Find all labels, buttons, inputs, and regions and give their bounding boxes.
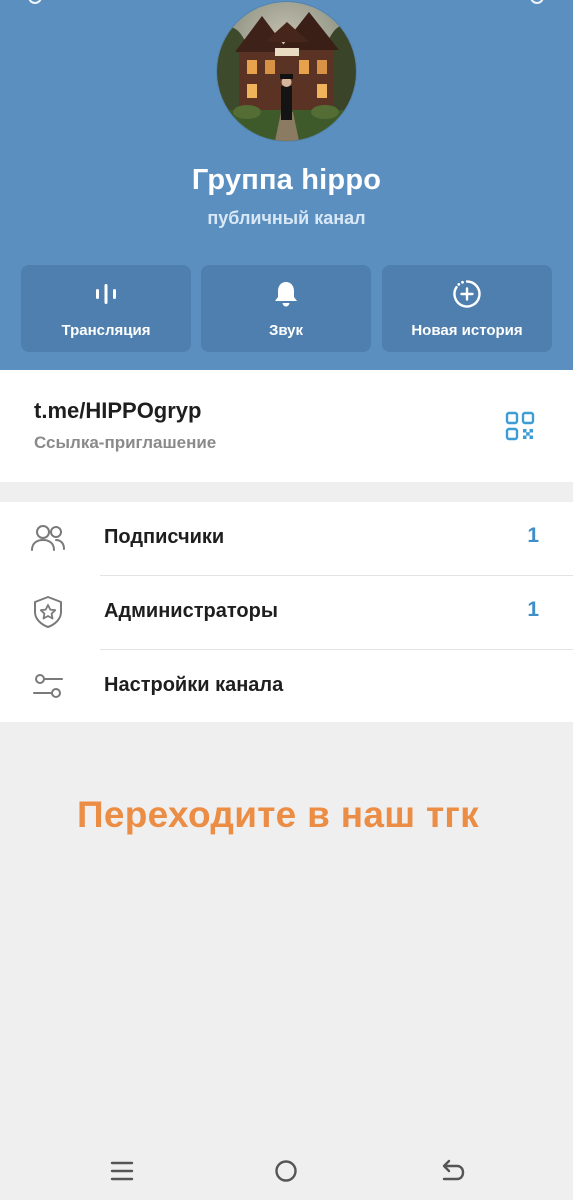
- invite-link-card[interactable]: t.me/HIPPOgryp Ссылка-приглашение: [0, 370, 573, 482]
- bell-icon: [201, 279, 371, 309]
- channel-type-label: публичный канал: [207, 208, 366, 228]
- back-icon[interactable]: [437, 1156, 467, 1186]
- settings-sliders-icon: [33, 674, 63, 698]
- recent-apps-icon[interactable]: [107, 1156, 137, 1186]
- new-story-label: Новая история: [411, 322, 523, 339]
- sound-button[interactable]: Звук: [201, 265, 371, 352]
- subscribers-count: 1: [527, 524, 539, 547]
- add-story-icon: [382, 279, 552, 309]
- menu-item-channel-settings[interactable]: Настройки канала: [0, 650, 573, 723]
- invite-link-label: Ссылка-приглашение: [34, 433, 217, 452]
- qr-code-icon[interactable]: [505, 411, 535, 441]
- menu-item-admins[interactable]: Администраторы 1: [0, 576, 573, 649]
- back-icon[interactable]: [28, 0, 42, 4]
- live-stream-button[interactable]: Трансляция: [21, 265, 191, 352]
- admin-shield-icon: [34, 596, 62, 628]
- channel-avatar[interactable]: [217, 2, 356, 141]
- menu-item-subscribers[interactable]: Подписчики 1: [0, 502, 573, 575]
- menu-item-channel-settings-label: Настройки канала: [104, 674, 284, 696]
- channel-header: Группа hippo публичный канал Трансляция …: [0, 0, 573, 370]
- invite-link-url[interactable]: t.me/HIPPOgryp: [34, 398, 201, 424]
- live-stream-icon: [21, 279, 191, 309]
- subscribers-icon: [31, 525, 65, 551]
- channel-title: Группа hippo: [191, 164, 382, 196]
- channel-menu-list: Подписчики 1 Администраторы 1 Настройки …: [0, 502, 573, 722]
- promo-text: Переходите в наш тгк: [77, 794, 479, 835]
- new-story-button[interactable]: Новая история: [382, 265, 552, 352]
- menu-item-subscribers-label: Подписчики: [104, 526, 225, 548]
- sound-label: Звук: [268, 322, 304, 339]
- admins-count: 1: [527, 598, 539, 621]
- menu-icon[interactable]: [530, 0, 544, 4]
- live-stream-label: Трансляция: [61, 322, 151, 339]
- menu-item-admins-label: Администраторы: [104, 600, 278, 622]
- home-icon[interactable]: [271, 1156, 301, 1186]
- channel-avatar-house-icon: [217, 2, 356, 141]
